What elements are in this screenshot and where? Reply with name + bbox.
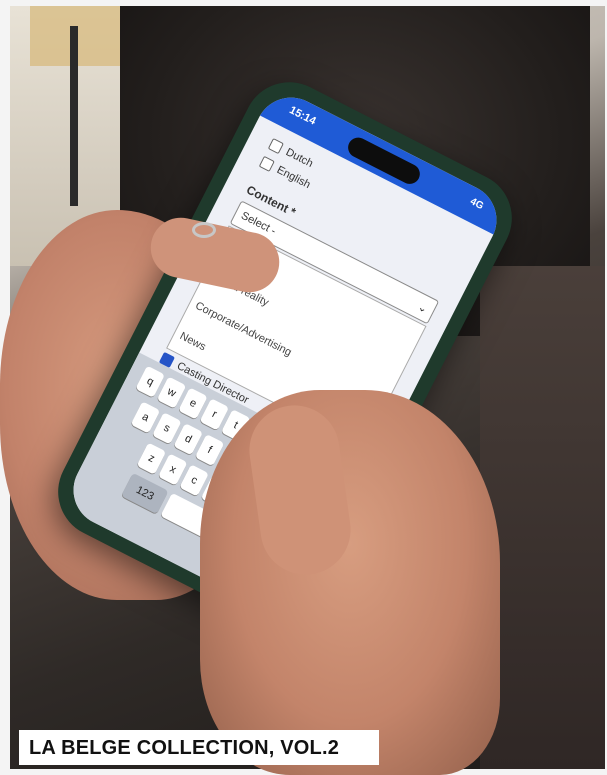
caption: LA BELGE COLLECTION, VOL.2	[29, 737, 340, 759]
chevron-down-icon: ⌄	[415, 300, 430, 316]
required-mark: *	[287, 204, 299, 220]
signal-indicator: 4G	[468, 196, 486, 213]
image-frame: 15:14 4G Dutch English Content * Select …	[0, 0, 607, 775]
checkbox-icon[interactable]	[258, 155, 275, 172]
ring	[192, 222, 216, 238]
numbers-key[interactable]: 123	[121, 472, 169, 515]
chair-leg	[70, 26, 78, 206]
status-time: 15:14	[287, 104, 318, 128]
checkbox-icon[interactable]	[267, 138, 284, 155]
right-hand	[200, 390, 500, 775]
